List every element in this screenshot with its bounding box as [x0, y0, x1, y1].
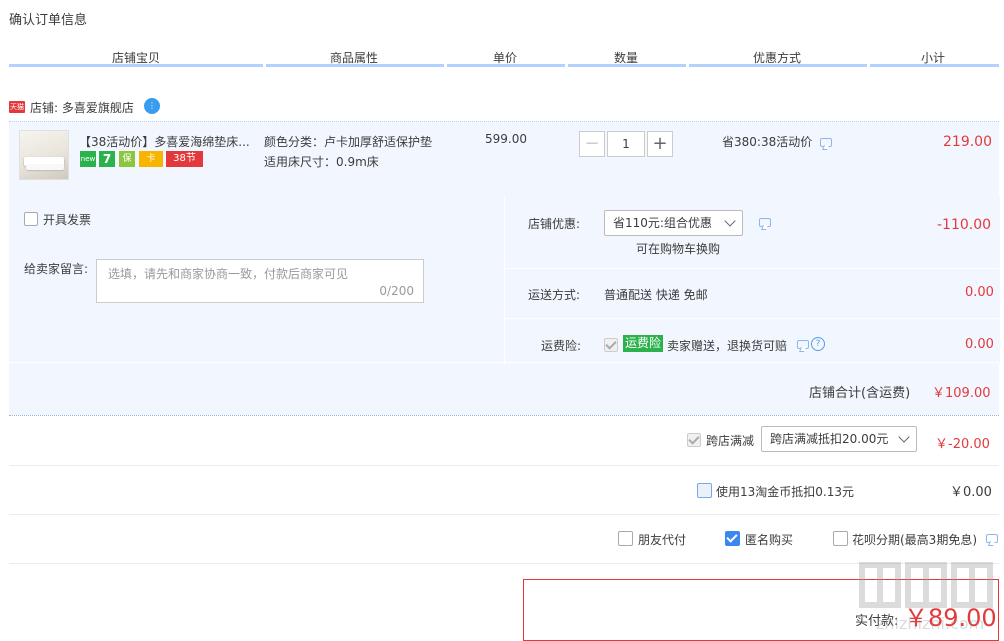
quantity-increase-button[interactable]: + — [647, 131, 673, 157]
shop-name[interactable]: 店铺: 多喜爱旗舰店 — [30, 99, 134, 116]
header-underline — [568, 64, 686, 67]
header-underline — [447, 64, 565, 67]
divider — [9, 121, 999, 123]
insurance-text: 卖家赠送，退换货可赔 — [667, 339, 788, 353]
shop-discount-select[interactable]: 省110元:组合优惠 — [604, 210, 743, 236]
item-discount: 省380:38活动价 — [722, 135, 813, 149]
shop-discount-amount: -110.00 — [937, 217, 992, 233]
divider — [9, 415, 999, 417]
festival-38-tag-icon: 38节 — [166, 151, 203, 167]
shop-discount-hint: 可在购物车换购 — [636, 242, 721, 256]
huabei-note-icon[interactable] — [986, 534, 998, 543]
card-icon: 卡 — [139, 151, 163, 167]
invoice-label: 开具发票 — [43, 213, 92, 227]
header-underline — [266, 64, 444, 67]
svg-text:zhizhizhi.com: zhizhizhi.com — [876, 614, 984, 633]
shop-total-label: 店铺合计(含运费) — [809, 386, 911, 401]
discount-note-icon[interactable] — [820, 138, 832, 147]
product-color-attribute: 颜色分类：卢卡加厚舒适保护垫 — [264, 135, 433, 149]
divider — [9, 514, 999, 515]
cross-store-checkbox — [687, 433, 701, 447]
help-icon[interactable]: ? — [811, 337, 825, 351]
quantity-input[interactable]: 1 — [607, 131, 645, 157]
divider — [9, 465, 999, 466]
seller-message-placeholder: 选填，请先和商家协商一致，付款后商家可见 — [108, 267, 349, 281]
huabei-label: 花呗分期(最高3期免息) — [852, 533, 977, 547]
header-underline — [870, 64, 999, 67]
page-title: 确认订单信息 — [9, 13, 88, 28]
quantity-decrease-button[interactable]: − — [579, 131, 605, 157]
tmall-badge-icon: 天猫 — [9, 101, 25, 113]
insurance-checkbox — [604, 338, 618, 352]
item-subtotal: 219.00 — [943, 134, 992, 150]
coins-checkbox[interactable] — [697, 483, 712, 498]
anonymous-checkbox[interactable] — [725, 531, 740, 546]
cross-store-label: 跨店满减 — [706, 434, 755, 448]
seller-message-counter: 0/200 — [379, 284, 414, 298]
shop-discount-selected: 省110元:组合优惠 — [613, 216, 712, 230]
invoice-checkbox[interactable] — [24, 212, 38, 226]
insurance-note-icon[interactable] — [797, 340, 809, 349]
header-underline — [9, 64, 263, 67]
huabei-checkbox[interactable] — [833, 531, 848, 546]
product-name[interactable]: 【38活动价】多喜爱海绵垫床... — [79, 133, 250, 150]
seller-message-field[interactable]: 选填，请先和商家协商一致，付款后商家可见 0/200 — [96, 259, 424, 303]
shipping-amount: 0.00 — [965, 285, 994, 300]
chevron-down-icon — [724, 215, 736, 227]
divider — [504, 318, 999, 319]
shop-discount-label: 店铺优惠: — [528, 217, 581, 231]
insurance-label: 运费险: — [541, 339, 582, 353]
anonymous-label: 匿名购买 — [745, 533, 794, 547]
shop-total-amount: ￥109.00 — [932, 386, 991, 401]
shop-discount-note-icon[interactable] — [759, 218, 771, 227]
shipping-label: 运送方式: — [528, 288, 581, 302]
seven-day-return-icon: 7 — [99, 151, 115, 167]
divider — [9, 362, 999, 363]
new-tag-icon: new — [80, 151, 96, 167]
shipping-method: 普通配送 快递 免邮 — [604, 288, 708, 302]
friend-pay-checkbox[interactable] — [618, 531, 633, 546]
cross-store-amount: ￥-20.00 — [935, 437, 990, 452]
product-thumbnail[interactable] — [19, 130, 69, 180]
insurance-amount: 0.00 — [965, 337, 994, 352]
product-size-attribute: 适用床尺寸：0.9m床 — [264, 155, 379, 169]
unit-price: 599.00 — [485, 132, 527, 146]
coins-label: 使用13淘金币抵扣0.13元 — [716, 485, 854, 499]
cross-store-selected: 跨店满减抵扣20.00元 — [770, 432, 889, 446]
coins-amount: ￥0.00 — [950, 485, 992, 500]
friend-pay-label: 朋友代付 — [638, 533, 687, 547]
chevron-down-icon — [898, 431, 910, 443]
watermark-logo: zhizhizhi.com — [859, 562, 993, 633]
cross-store-select[interactable]: 跨店满减抵扣20.00元 — [761, 426, 917, 452]
guarantee-icon: 保 — [119, 151, 135, 167]
divider — [504, 268, 999, 269]
site-watermark: zhizhizhi.com — [856, 557, 1002, 637]
insurance-badge: 运费险 — [623, 335, 664, 352]
seller-message-label: 给卖家留言: — [24, 262, 89, 276]
divider — [9, 563, 999, 564]
header-underline — [689, 64, 867, 67]
wangwang-chat-icon[interactable]: ⋮ — [144, 98, 160, 114]
